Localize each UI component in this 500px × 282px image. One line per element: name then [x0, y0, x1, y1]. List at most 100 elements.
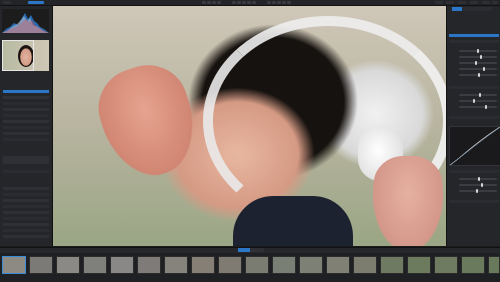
- tool-icon[interactable]: [272, 1, 276, 4]
- filmstrip-thumbnail[interactable]: [353, 256, 377, 274]
- section-header[interactable]: [449, 116, 499, 119]
- main-image-canvas[interactable]: [53, 6, 446, 246]
- menu-button[interactable]: [3, 1, 11, 4]
- section-header[interactable]: [449, 170, 499, 173]
- tool-icon[interactable]: [212, 1, 216, 4]
- metadata-row: [3, 229, 49, 232]
- metadata-row: [3, 193, 49, 196]
- toolbar-button[interactable]: [470, 1, 478, 4]
- filmstrip-thumbnail[interactable]: [56, 256, 80, 274]
- tool-icon[interactable]: [267, 1, 271, 4]
- filmstrip-thumbnail[interactable]: [434, 256, 458, 274]
- histogram: [2, 9, 49, 33]
- adjust-slider[interactable]: [459, 61, 497, 65]
- collar: [233, 196, 353, 246]
- metadata-row: [3, 223, 49, 226]
- filmstrip-thumbnail[interactable]: [245, 256, 269, 274]
- metadata-row: [3, 217, 49, 220]
- file-list-item[interactable]: [3, 102, 49, 105]
- toolbar-button[interactable]: [482, 1, 490, 4]
- adjust-slider[interactable]: [459, 73, 497, 77]
- adjust-slider[interactable]: [459, 99, 497, 103]
- adjust-slider[interactable]: [459, 177, 497, 181]
- metadata-row: [3, 211, 49, 214]
- filmstrip-thumbnail[interactable]: [461, 256, 485, 274]
- filmstrip-thumbnail[interactable]: [380, 256, 404, 274]
- section-header[interactable]: [449, 40, 499, 43]
- file-list-item[interactable]: [3, 120, 49, 123]
- tool-icon[interactable]: [252, 1, 256, 4]
- filmstrip-thumbnail[interactable]: [29, 256, 53, 274]
- adjust-slider[interactable]: [459, 55, 497, 59]
- filmstrip-header: [0, 248, 500, 253]
- right-tab[interactable]: [462, 7, 472, 11]
- filmstrip-caption: [2, 273, 24, 276]
- section-header[interactable]: [449, 86, 499, 89]
- filmstrip-thumbnail[interactable]: [218, 256, 242, 274]
- adjust-slider[interactable]: [459, 67, 497, 71]
- right-tab[interactable]: [452, 7, 462, 11]
- tool-icon[interactable]: [207, 1, 211, 4]
- toolbar-button[interactable]: [492, 1, 498, 4]
- filmstrip-tab[interactable]: [250, 248, 264, 252]
- control-row[interactable]: [3, 170, 49, 173]
- filmstrip-thumbnail[interactable]: [137, 256, 161, 274]
- adjust-slider[interactable]: [459, 93, 497, 97]
- right-panel: [446, 6, 500, 246]
- filmstrip-thumbnail[interactable]: [407, 256, 431, 274]
- metadata-row: [3, 205, 49, 208]
- file-list-item[interactable]: [3, 126, 49, 129]
- filmstrip-thumbnail[interactable]: [110, 256, 134, 274]
- section-header[interactable]: [449, 200, 499, 203]
- filmstrip-caption: [29, 273, 51, 276]
- filmstrip-thumbnail[interactable]: [326, 256, 350, 274]
- filmstrip-thumbnail[interactable]: [2, 256, 26, 274]
- tool-icon[interactable]: [277, 1, 281, 4]
- tool-icon[interactable]: [232, 1, 236, 4]
- adjust-slider[interactable]: [459, 105, 497, 109]
- metadata-row: [3, 187, 49, 190]
- tool-icon[interactable]: [282, 1, 286, 4]
- filmstrip: [0, 247, 500, 282]
- metadata-row: [3, 235, 49, 238]
- file-list-item[interactable]: [3, 108, 49, 111]
- tone-curve-graph[interactable]: [450, 127, 500, 165]
- metadata-row: [3, 199, 49, 202]
- filmstrip-thumbnail[interactable]: [83, 256, 107, 274]
- file-list-item[interactable]: [3, 96, 49, 99]
- histogram-graph: [2, 13, 49, 33]
- file-list-item[interactable]: [3, 90, 49, 93]
- toolbar-button[interactable]: [458, 1, 466, 4]
- preset-row[interactable]: [449, 34, 499, 37]
- adjust-slider[interactable]: [459, 183, 497, 187]
- tool-icon[interactable]: [287, 1, 291, 4]
- tool-icon[interactable]: [237, 1, 241, 4]
- left-panel: [0, 6, 53, 246]
- navigator-thumbnail[interactable]: [2, 40, 49, 71]
- filmstrip-thumbnail[interactable]: [164, 256, 188, 274]
- right-tab[interactable]: [482, 7, 492, 11]
- control-group[interactable]: [3, 156, 49, 164]
- tool-icon[interactable]: [247, 1, 251, 4]
- toolbar-button[interactable]: [446, 1, 454, 4]
- toolbar-button[interactable]: [435, 1, 443, 4]
- left-hand: [88, 54, 208, 188]
- active-tab-button[interactable]: [28, 1, 44, 4]
- navigator-viewport[interactable]: [2, 40, 34, 71]
- adjust-slider[interactable]: [459, 49, 497, 53]
- tone-curve-panel[interactable]: [449, 126, 500, 166]
- adjust-slider[interactable]: [459, 189, 497, 193]
- filmstrip-thumbnail[interactable]: [488, 256, 500, 274]
- file-list-item[interactable]: [3, 132, 49, 135]
- tool-icon[interactable]: [217, 1, 221, 4]
- tool-icon[interactable]: [202, 1, 206, 4]
- file-list-item[interactable]: [3, 138, 49, 141]
- file-list-item[interactable]: [3, 114, 49, 117]
- right-hand: [373, 156, 443, 246]
- filmstrip-thumbnail[interactable]: [299, 256, 323, 274]
- right-tab[interactable]: [472, 7, 482, 11]
- filmstrip-caption: [56, 273, 78, 276]
- filmstrip-thumbnail[interactable]: [191, 256, 215, 274]
- tool-icon[interactable]: [242, 1, 246, 4]
- filmstrip-thumbnail[interactable]: [272, 256, 296, 274]
